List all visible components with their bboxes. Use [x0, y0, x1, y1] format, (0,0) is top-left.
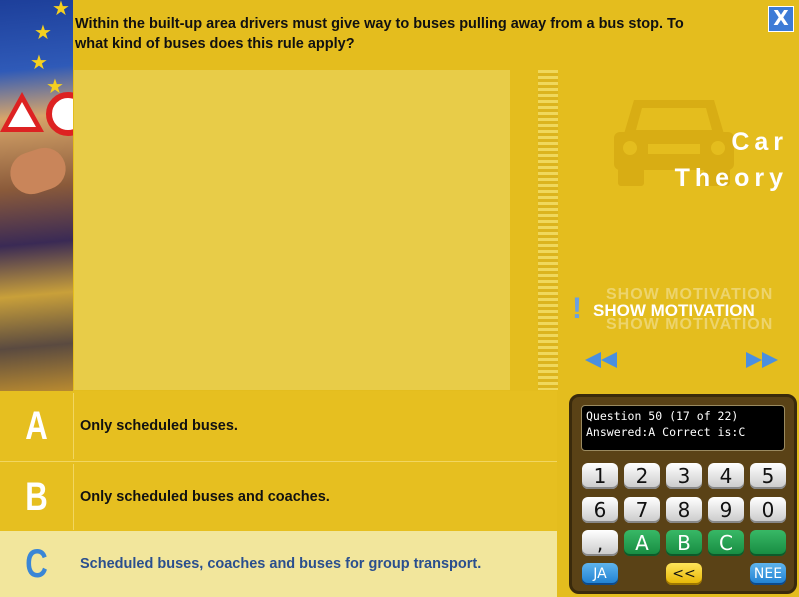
show-motivation-button[interactable]: SHOW MOTIVATION SHOW MOTIVATION ! SHOW M… — [572, 286, 798, 338]
key-comma[interactable]: , — [582, 530, 618, 556]
rewind-icon[interactable] — [583, 350, 619, 370]
exclamation-icon: ! — [572, 292, 582, 325]
key-0[interactable]: 0 — [750, 497, 786, 523]
status-line-question: Question 50 (17 of 22) — [586, 409, 739, 423]
answer-text: Only scheduled buses. — [80, 418, 238, 434]
warning-sign-icon — [0, 92, 44, 132]
question-text: Within the built-up area drivers must gi… — [75, 16, 684, 52]
star-icon: ★ — [52, 0, 70, 20]
key-4[interactable]: 4 — [708, 463, 744, 489]
question-image-area — [74, 70, 510, 390]
key-answer-b[interactable]: B — [666, 530, 702, 556]
keypad-console: Question 50 (17 of 22) Answered:A Correc… — [569, 394, 797, 594]
key-answer-blank[interactable] — [750, 530, 786, 556]
close-button[interactable]: X — [768, 6, 794, 32]
answer-text: Only scheduled buses and coaches. — [80, 489, 330, 505]
no-button[interactable]: NEE — [750, 563, 786, 585]
star-icon: ★ — [34, 20, 52, 44]
answer-option-b[interactable]: B Only scheduled buses and coaches. — [0, 461, 557, 531]
answer-option-c[interactable]: C Scheduled buses, coaches and buses for… — [0, 531, 557, 597]
answer-option-a[interactable]: A Only scheduled buses. — [0, 391, 557, 461]
decorative-photo-strip: ★ ★ ★ ★ — [0, 0, 73, 391]
show-motivation-label: SHOW MOTIVATION — [593, 301, 755, 320]
app-title-line2: Theory — [674, 164, 788, 192]
app-title-line1: Car — [731, 128, 788, 156]
answer-letter: A — [25, 404, 48, 448]
key-1[interactable]: 1 — [582, 463, 618, 489]
back-button[interactable]: << — [666, 563, 702, 585]
key-2[interactable]: 2 — [624, 463, 660, 489]
hand-image — [4, 142, 72, 200]
fast-forward-icon[interactable] — [744, 350, 780, 370]
key-6[interactable]: 6 — [582, 497, 618, 523]
yes-button[interactable]: JA — [582, 563, 618, 585]
key-8[interactable]: 8 — [666, 497, 702, 523]
star-icon: ★ — [30, 50, 48, 74]
answer-letter: C — [25, 542, 48, 586]
status-line-answer: Answered:A Correct is:C — [586, 425, 746, 439]
decorative-stripe — [538, 70, 558, 390]
status-display: Question 50 (17 of 22) Answered:A Correc… — [581, 405, 785, 451]
key-3[interactable]: 3 — [666, 463, 702, 489]
key-answer-c[interactable]: C — [708, 530, 744, 556]
key-answer-a[interactable]: A — [624, 530, 660, 556]
divider — [73, 393, 74, 459]
key-7[interactable]: 7 — [624, 497, 660, 523]
prohibition-sign-icon — [46, 92, 73, 136]
app-title: Car Theory — [640, 124, 788, 196]
answer-letter: B — [25, 475, 48, 519]
answer-text: Scheduled buses, coaches and buses for g… — [80, 556, 482, 572]
divider — [73, 464, 74, 530]
key-9[interactable]: 9 — [708, 497, 744, 523]
key-5[interactable]: 5 — [750, 463, 786, 489]
